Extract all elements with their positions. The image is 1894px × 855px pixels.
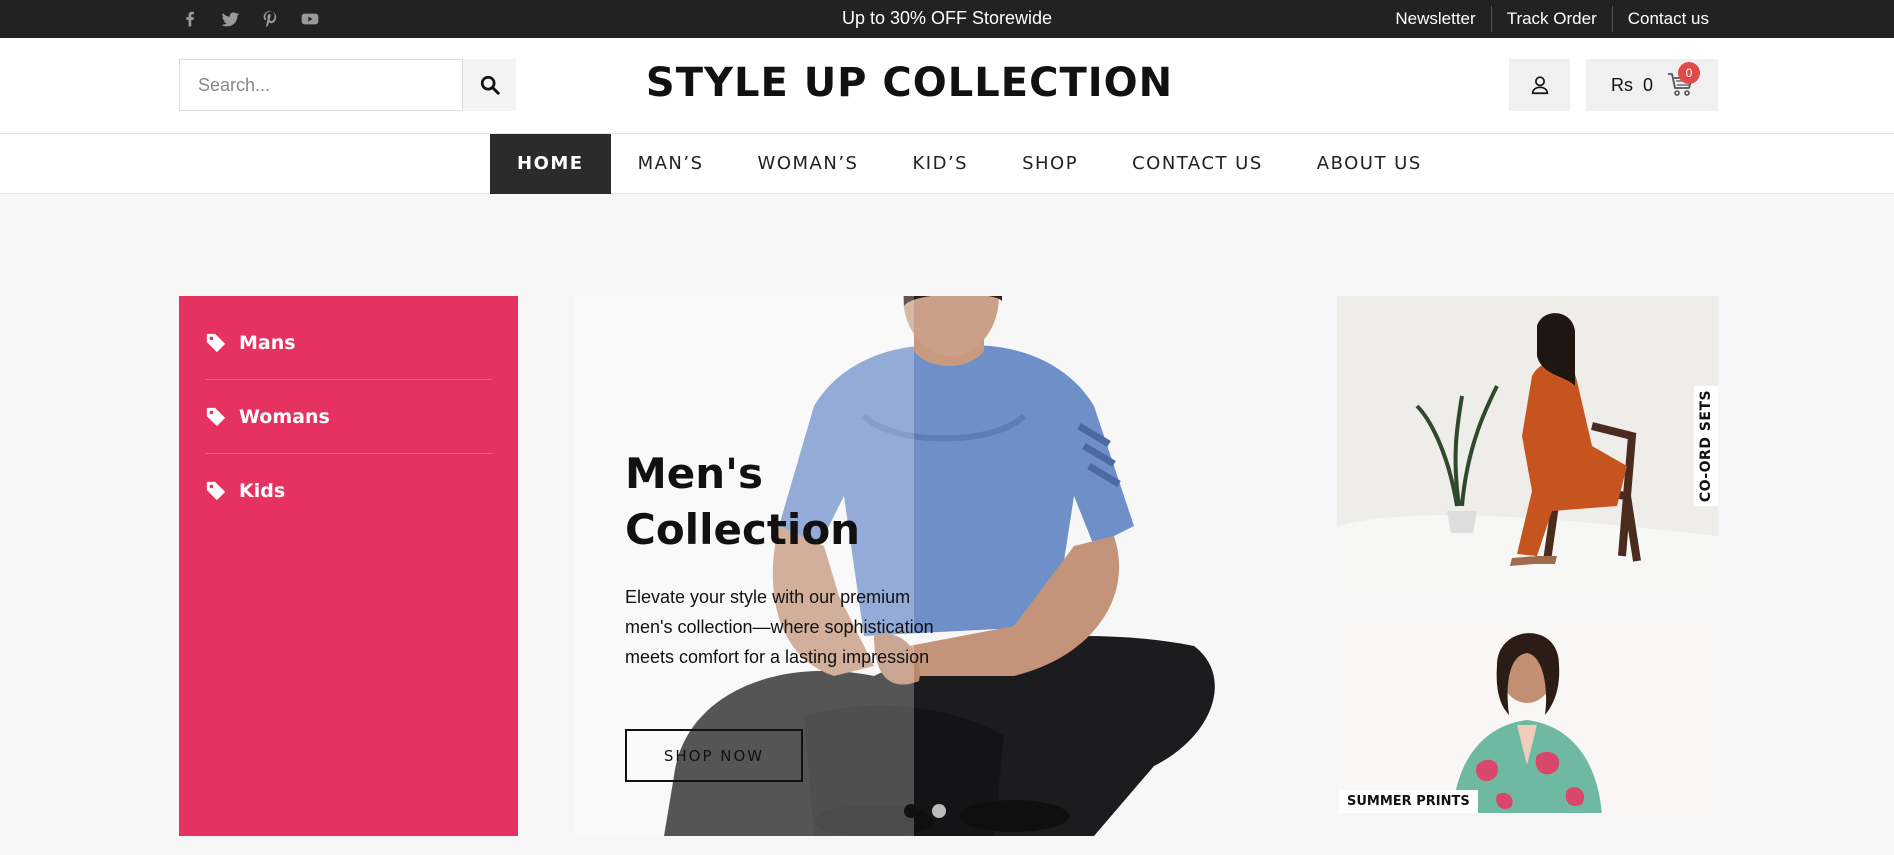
tag-icon (206, 481, 226, 501)
tag-icon (206, 407, 226, 426)
main-nav: HOME MAN’S WOMAN’S KID’S SHOP CONTACT US… (0, 134, 1894, 194)
cart-total: 0 (1643, 74, 1654, 95)
category-item-mans[interactable]: Mans (205, 306, 492, 380)
category-item-womans[interactable]: Womans (205, 380, 492, 454)
category-item-kids[interactable]: Kids (205, 454, 492, 528)
account-button[interactable] (1509, 59, 1570, 111)
cart-currency: Rs (1611, 74, 1633, 95)
hero-title-line-1: Men's (625, 449, 764, 498)
nav-contact-us[interactable]: CONTACT US (1105, 134, 1290, 194)
tag-icon (206, 333, 226, 352)
cart-count-badge: 0 (1678, 62, 1700, 84)
category-label: Kids (239, 480, 286, 502)
nav-womans[interactable]: WOMAN’S (731, 134, 886, 194)
category-label: Mans (239, 331, 296, 354)
coord-sets-label-text: CO-ORD SETS (1698, 389, 1714, 503)
nav-mans[interactable]: MAN’S (611, 134, 731, 194)
newsletter-link[interactable]: Newsletter (1380, 6, 1490, 32)
category-label: Womans (239, 405, 330, 428)
hero-title-line-2: Collection (625, 505, 861, 554)
pinterest-icon[interactable] (260, 9, 280, 29)
coord-sets-image (1337, 296, 1718, 595)
top-links: Newsletter Track Order Contact us (1380, 0, 1724, 38)
summer-prints-label: SUMMER PRINTS (1339, 790, 1478, 813)
nav-home[interactable]: HOME (490, 134, 611, 194)
twitter-icon[interactable] (220, 9, 240, 29)
youtube-icon[interactable] (300, 9, 320, 29)
summer-prints-image (1337, 615, 1718, 813)
summer-prints-banner[interactable]: SUMMER PRINTS (1337, 615, 1718, 813)
slider-dots (904, 804, 946, 818)
coord-sets-banner[interactable]: CO-ORD SETS (1337, 296, 1718, 595)
hero-title: Men's Collection (625, 446, 945, 558)
coord-sets-label: CO-ORD SETS (1694, 386, 1718, 506)
slider-dot-2[interactable] (932, 804, 946, 818)
social-links (180, 0, 320, 38)
hero-slider: Men's Collection Elevate your style with… (574, 296, 1316, 836)
top-bar: Up to 30% OFF Storewide Newsletter Track… (0, 0, 1894, 38)
nav-kids[interactable]: KID’S (885, 134, 995, 194)
user-icon (1531, 76, 1548, 95)
contact-us-link[interactable]: Contact us (1611, 6, 1724, 32)
facebook-icon[interactable] (180, 9, 200, 29)
nav-about-us[interactable]: ABOUT US (1290, 134, 1449, 194)
nav-shop[interactable]: SHOP (995, 134, 1105, 194)
shop-now-button[interactable]: SHOP NOW (625, 729, 803, 782)
track-order-link[interactable]: Track Order (1490, 6, 1612, 32)
category-menu: Mans Womans Kids (179, 296, 518, 836)
slider-dot-1[interactable] (904, 804, 918, 818)
site-header: STYLE UP COLLECTION Rs 0 0 (0, 38, 1894, 134)
hero-description: Elevate your style with our premium men'… (625, 587, 934, 667)
